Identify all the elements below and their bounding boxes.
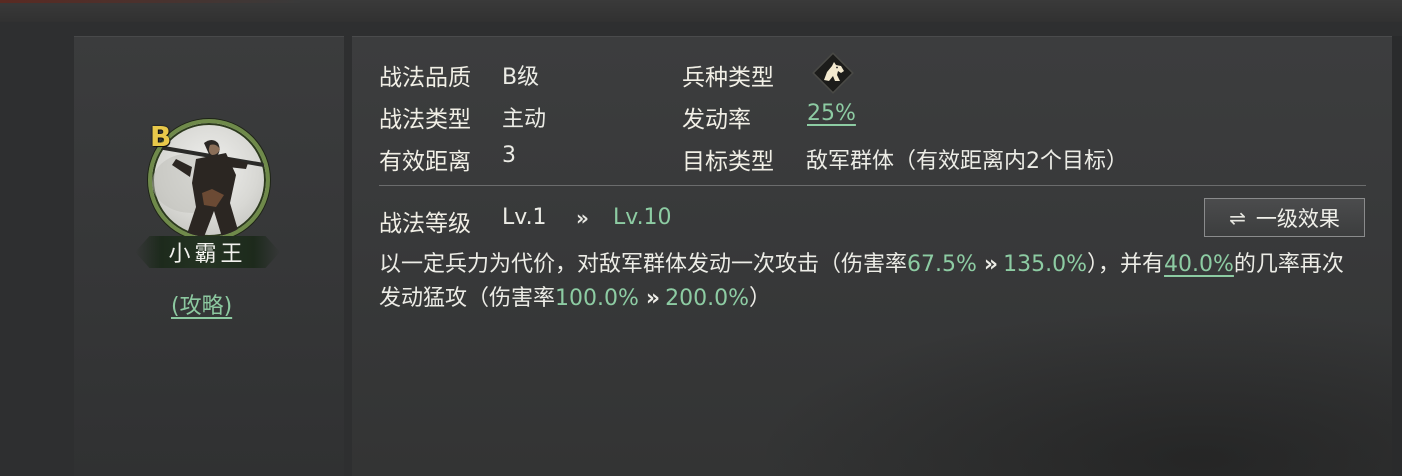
- damage-rate-1-to: 135.0%: [1003, 252, 1088, 277]
- trigger-rate-label: 发动率: [682, 107, 751, 133]
- damage-rate-1-from: 67.5%: [907, 252, 977, 277]
- quality-value: B级: [502, 65, 540, 90]
- level-arrow-icon: »: [576, 206, 589, 230]
- desc-text-2: ），并有: [1087, 252, 1165, 277]
- retrigger-chance[interactable]: 40.0%: [1164, 252, 1234, 277]
- target-type-label: 目标类型: [682, 149, 774, 175]
- tactic-type-label: 战法类型: [379, 107, 471, 133]
- background-mist: [752, 306, 1392, 476]
- effect-button-label: 一级效果: [1255, 206, 1340, 231]
- desc-text-4: ）: [749, 286, 772, 311]
- tactic-level-label: 战法等级: [379, 211, 471, 237]
- target-type-value: 敌军群体（有效距离内2个目标）: [806, 149, 1128, 174]
- level-effect-toggle-button[interactable]: ⇌ 一级效果: [1204, 198, 1365, 237]
- range-value: 3: [502, 143, 516, 168]
- range-label: 有效距离: [379, 149, 471, 175]
- top-bar: [0, 0, 1402, 22]
- level-from: Lv.1: [502, 205, 547, 230]
- arrow-icon: »: [645, 286, 660, 311]
- hero-name: 小霸王: [168, 242, 247, 267]
- divider: [379, 185, 1366, 186]
- desc-text-1: 以一定兵力为代价，对敌军群体发动一次攻击（伤害率: [379, 252, 908, 277]
- quality-label: 战法品质: [379, 65, 471, 91]
- swap-arrows-icon: ⇌: [1229, 205, 1246, 230]
- hero-name-plate: 小霸王: [135, 236, 280, 268]
- guide-link[interactable]: (攻略): [171, 288, 232, 320]
- hero-grade-badge: B: [150, 120, 172, 153]
- trigger-rate-value[interactable]: 25%: [807, 101, 856, 126]
- damage-rate-2-to: 200.0%: [665, 286, 750, 311]
- tactic-description: 以一定兵力为代价，对敌军群体发动一次攻击（伤害率67.5% » 135.0%），…: [379, 248, 1359, 316]
- level-to: Lv.10: [613, 205, 672, 230]
- tactic-type-value: 主动: [502, 107, 547, 132]
- damage-rate-2-from: 100.0%: [555, 286, 639, 311]
- arrow-icon: »: [983, 252, 998, 277]
- panel-edge: [1392, 36, 1402, 476]
- cavalry-horse-icon[interactable]: [810, 50, 856, 96]
- unit-type-label: 兵种类型: [682, 65, 774, 91]
- top-bar-accent: [0, 0, 300, 3]
